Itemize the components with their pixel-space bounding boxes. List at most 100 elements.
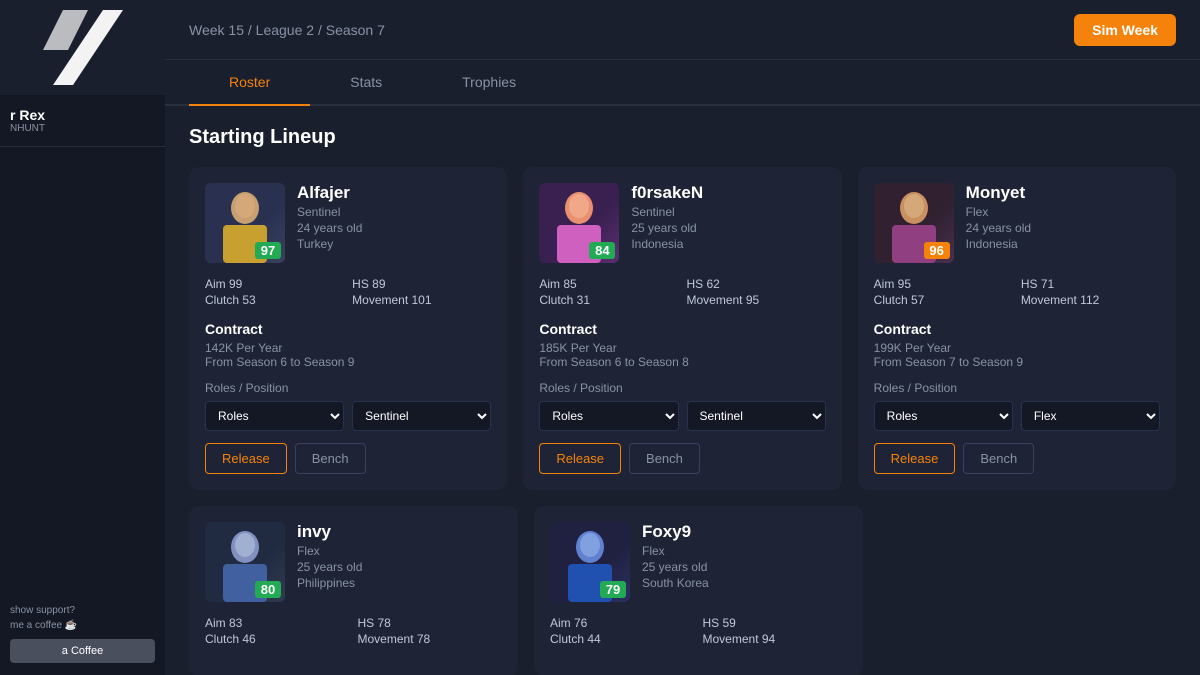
roles-monyet: Roles / Position Roles Flex Sentinel [874, 381, 1160, 431]
player-header-monyet: 96 Monyet Flex 24 years old Indonesia [874, 183, 1160, 263]
name-monyet: Monyet [966, 183, 1160, 203]
tab-roster[interactable]: Roster [189, 60, 310, 106]
cards-row-2: 80 invy Flex 25 years old Philippines Ai… [189, 506, 1176, 675]
stats-alfajer: Aim 99 HS 89 Clutch 53 Movement 101 [205, 277, 491, 307]
contract-monyet: Contract 199K Per Year From Season 7 to … [874, 321, 1160, 369]
role-foxy9: Flex [642, 544, 847, 558]
age-invy: 25 years old [297, 560, 502, 574]
player-header-f0rsaken: 84 f0rsakeN Sentinel 25 years old Indone… [539, 183, 825, 263]
tab-bar: Roster Stats Trophies [165, 60, 1200, 106]
rating-alfajer: 97 [255, 242, 281, 259]
contract-duration-alfajer: From Season 6 to Season 9 [205, 355, 491, 369]
cards-grid: 97 Alfajer Sentinel 24 years old Turkey … [189, 167, 1176, 675]
logo-svg [43, 0, 123, 95]
country-alfajer: Turkey [297, 237, 491, 251]
roles-select-alfajer[interactable]: Roles [205, 401, 344, 431]
contract-salary-alfajer: 142K Per Year [205, 341, 491, 355]
name-invy: invy [297, 522, 502, 542]
age-foxy9: 25 years old [642, 560, 847, 574]
roles-dropdowns-monyet: Roles Flex Sentinel [874, 401, 1160, 431]
roles-label-monyet: Roles / Position [874, 381, 1160, 395]
contract-salary-f0rsaken: 185K Per Year [539, 341, 825, 355]
bench-button-alfajer[interactable]: Bench [295, 443, 366, 474]
breadcrumb: Week 15 / League 2 / Season 7 [189, 22, 385, 38]
bench-button-monyet[interactable]: Bench [963, 443, 1034, 474]
contract-duration-monyet: From Season 7 to Season 9 [874, 355, 1160, 369]
stat-movement: Movement 101 [352, 293, 491, 307]
sidebar-bottom: show support? me a coffee ☕ a Coffee [0, 593, 165, 675]
roles-dropdowns-f0rsaken: Roles Sentinel Flex [539, 401, 825, 431]
actions-alfajer: Release Bench [205, 443, 491, 474]
stat-hs: HS 78 [358, 616, 503, 630]
player-header-invy: 80 invy Flex 25 years old Philippines [205, 522, 502, 602]
stat-clutch: Clutch 31 [539, 293, 678, 307]
header: Week 15 / League 2 / Season 7 Sim Week [165, 0, 1200, 60]
stat-aim: Aim 76 [550, 616, 695, 630]
stat-aim: Aim 85 [539, 277, 678, 291]
stat-movement: Movement 112 [1021, 293, 1160, 307]
stat-movement: Movement 78 [358, 632, 503, 646]
empty-slot [879, 506, 1176, 675]
position-select-monyet[interactable]: Flex Sentinel [1021, 401, 1160, 431]
stat-aim: Aim 95 [874, 277, 1013, 291]
name-foxy9: Foxy9 [642, 522, 847, 542]
player-card-f0rsaken: 84 f0rsakeN Sentinel 25 years old Indone… [523, 167, 841, 490]
contract-alfajer: Contract 142K Per Year From Season 6 to … [205, 321, 491, 369]
stat-clutch: Clutch 44 [550, 632, 695, 646]
stats-f0rsaken: Aim 85 HS 62 Clutch 31 Movement 95 [539, 277, 825, 307]
avatar-alfajer: 97 [205, 183, 285, 263]
roles-label-f0rsaken: Roles / Position [539, 381, 825, 395]
stat-aim: Aim 99 [205, 277, 344, 291]
stat-movement: Movement 94 [703, 632, 848, 646]
contract-title: Contract [874, 321, 1160, 337]
role-alfajer: Sentinel [297, 205, 491, 219]
avatar-foxy9: 79 [550, 522, 630, 602]
tab-trophies[interactable]: Trophies [422, 60, 556, 106]
actions-monyet: Release Bench [874, 443, 1160, 474]
stat-hs: HS 71 [1021, 277, 1160, 291]
info-monyet: Monyet Flex 24 years old Indonesia [966, 183, 1160, 251]
role-monyet: Flex [966, 205, 1160, 219]
country-invy: Philippines [297, 576, 502, 590]
section-title: Starting Lineup [189, 126, 1176, 149]
age-monyet: 24 years old [966, 221, 1160, 235]
stat-clutch: Clutch 46 [205, 632, 350, 646]
contract-title: Contract [539, 321, 825, 337]
roles-select-monyet[interactable]: Roles [874, 401, 1013, 431]
player-header-alfajer: 97 Alfajer Sentinel 24 years old Turkey [205, 183, 491, 263]
rating-foxy9: 79 [600, 581, 626, 598]
info-f0rsaken: f0rsakeN Sentinel 25 years old Indonesia [631, 183, 825, 251]
roles-select-f0rsaken[interactable]: Roles [539, 401, 678, 431]
roles-alfajer: Roles / Position Roles Sentinel Flex Con… [205, 381, 491, 431]
release-button-monyet[interactable]: Release [874, 443, 956, 474]
position-select-alfajer[interactable]: Sentinel Flex Controller Initiator Dueli… [352, 401, 491, 431]
content-area: Starting Lineup 97 [165, 106, 1200, 675]
tab-stats[interactable]: Stats [310, 60, 422, 106]
age-alfajer: 24 years old [297, 221, 491, 235]
cards-row-1: 97 Alfajer Sentinel 24 years old Turkey … [189, 167, 1176, 490]
contract-duration-f0rsaken: From Season 6 to Season 8 [539, 355, 825, 369]
release-button-alfajer[interactable]: Release [205, 443, 287, 474]
stat-clutch: Clutch 57 [874, 293, 1013, 307]
stats-invy: Aim 83 HS 78 Clutch 46 Movement 78 [205, 616, 502, 646]
country-f0rsaken: Indonesia [631, 237, 825, 251]
coffee-sub-text: me a coffee ☕ [10, 620, 155, 631]
stats-monyet: Aim 95 HS 71 Clutch 57 Movement 112 [874, 277, 1160, 307]
country-foxy9: South Korea [642, 576, 847, 590]
contract-salary-monyet: 199K Per Year [874, 341, 1160, 355]
info-alfajer: Alfajer Sentinel 24 years old Turkey [297, 183, 491, 251]
stats-foxy9: Aim 76 HS 59 Clutch 44 Movement 94 [550, 616, 847, 646]
position-select-f0rsaken[interactable]: Sentinel Flex [687, 401, 826, 431]
roles-label-alfajer: Roles / Position [205, 381, 491, 395]
coffee-button[interactable]: a Coffee [10, 639, 155, 663]
user-tag: NHUNT [10, 123, 155, 134]
sim-week-button[interactable]: Sim Week [1074, 14, 1176, 46]
release-button-f0rsaken[interactable]: Release [539, 443, 621, 474]
player-card-monyet: 96 Monyet Flex 24 years old Indonesia Ai… [858, 167, 1176, 490]
main-content: Week 15 / League 2 / Season 7 Sim Week R… [165, 0, 1200, 675]
username: r Rex [10, 107, 155, 123]
avatar-invy: 80 [205, 522, 285, 602]
bench-button-f0rsaken[interactable]: Bench [629, 443, 700, 474]
info-foxy9: Foxy9 Flex 25 years old South Korea [642, 522, 847, 590]
actions-f0rsaken: Release Bench [539, 443, 825, 474]
